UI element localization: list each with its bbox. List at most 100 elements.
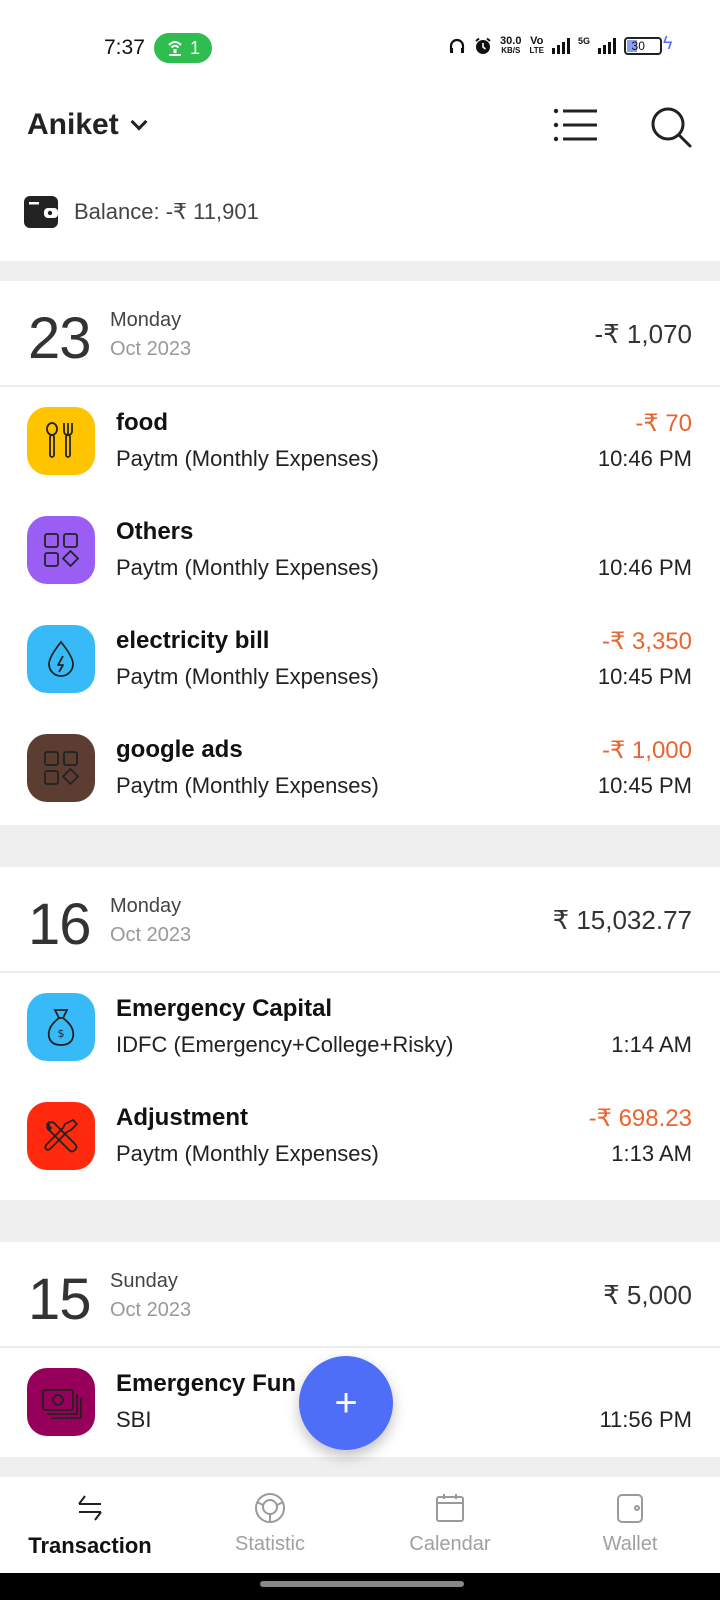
transaction-time: 10:46 PM bbox=[597, 446, 692, 471]
transaction-title: google ads bbox=[116, 736, 243, 763]
transaction-time: 1:14 AM bbox=[611, 1032, 692, 1057]
account-name: Aniket bbox=[27, 108, 119, 141]
day-group: 23 Monday Oct 2023 -₹ 1,070 food Paytm (… bbox=[0, 281, 720, 823]
transaction-account: Paytm (Monthly Expenses) bbox=[116, 555, 379, 580]
day-weekday: Monday bbox=[110, 895, 182, 917]
net-speed: 30.0 KB/S bbox=[500, 36, 521, 56]
transaction-amount: -₹ 698.23 bbox=[588, 1105, 692, 1132]
charging-icon: ϟ bbox=[662, 32, 673, 53]
signal-icon bbox=[551, 38, 570, 54]
day-weekday: Monday bbox=[110, 309, 182, 331]
day-number: 23 bbox=[28, 306, 92, 371]
transaction-account: Paytm (Monthly Expenses) bbox=[116, 1141, 379, 1166]
grid-shapes-icon bbox=[44, 533, 80, 568]
transaction-title: electricity bill bbox=[116, 627, 270, 654]
day-month-year: Oct 2023 bbox=[110, 924, 192, 946]
day-month-year: Oct 2023 bbox=[110, 1299, 192, 1321]
status-time: 7:37 bbox=[104, 36, 145, 59]
cash-stack-icon bbox=[42, 1389, 82, 1419]
section-divider bbox=[0, 1457, 720, 1477]
app-header: Aniket bbox=[0, 96, 720, 176]
category-icon bbox=[27, 1368, 95, 1436]
nav-label: Transaction bbox=[28, 1533, 152, 1558]
transaction-time: 10:45 PM bbox=[597, 773, 692, 798]
wallet-icon bbox=[24, 196, 58, 228]
chevron-down-icon bbox=[130, 113, 148, 131]
transaction-title: Emergency Fun bbox=[116, 1370, 297, 1397]
transaction-row[interactable]: google ads Paytm (Monthly Expenses) -₹ 1… bbox=[0, 714, 720, 823]
hotspot-indicator[interactable]: 1 bbox=[154, 33, 212, 63]
svg-text:$: $ bbox=[58, 1027, 65, 1040]
balance-summary: Balance: -₹ 11,901 bbox=[24, 196, 259, 228]
transaction-account: Paytm (Monthly Expenses) bbox=[116, 446, 379, 471]
transaction-title: food bbox=[116, 409, 168, 436]
wallet-icon bbox=[617, 1494, 643, 1523]
transaction-row[interactable]: food Paytm (Monthly Expenses) -₹ 70 10:4… bbox=[0, 387, 720, 496]
transaction-row[interactable]: $ Emergency Capital IDFC (Emergency+Coll… bbox=[0, 973, 720, 1082]
transaction-row[interactable]: Adjustment Paytm (Monthly Expenses) -₹ 6… bbox=[0, 1082, 720, 1191]
nav-transaction[interactable]: Transaction bbox=[0, 1477, 180, 1573]
battery-icon: 30 ϟ bbox=[624, 33, 672, 55]
balance-text: Balance: -₹ 11,901 bbox=[74, 199, 259, 224]
transaction-row[interactable]: electricity bill Paytm (Monthly Expenses… bbox=[0, 605, 720, 714]
transaction-title: Adjustment bbox=[116, 1104, 248, 1131]
nav-calendar[interactable]: Calendar bbox=[360, 1477, 540, 1573]
category-icon bbox=[27, 407, 95, 475]
transaction-time: 10:46 PM bbox=[597, 555, 692, 580]
transaction-time: 1:13 AM bbox=[611, 1141, 692, 1166]
day-total: ₹ 15,032.77 bbox=[552, 905, 692, 935]
day-group: 16 Monday Oct 2023 ₹ 15,032.77 $ Emergen… bbox=[0, 867, 720, 1191]
transaction-amount: -₹ 70 bbox=[635, 410, 692, 437]
transaction-amount: -₹ 3,350 bbox=[602, 628, 692, 655]
plus-icon: + bbox=[334, 1380, 358, 1425]
volte-indicator: Vo LTE bbox=[529, 36, 544, 56]
hotspot-icon bbox=[168, 41, 182, 56]
transaction-time: 11:56 PM bbox=[599, 1407, 692, 1432]
nav-wallet[interactable]: Wallet bbox=[540, 1477, 720, 1573]
nav-label: Statistic bbox=[234, 1533, 306, 1555]
transaction-account: IDFC (Emergency+College+Risky) bbox=[116, 1032, 454, 1057]
day-number: 15 bbox=[28, 1267, 92, 1332]
calendar-icon bbox=[436, 1494, 464, 1522]
headphones-icon bbox=[449, 38, 465, 53]
day-header[interactable]: 15 Sunday Oct 2023 ₹ 5,000 bbox=[0, 1242, 720, 1348]
day-total: ₹ 5,000 bbox=[603, 1280, 692, 1310]
tools-icon bbox=[44, 1119, 78, 1153]
net-speed-value: 30.0 bbox=[500, 35, 522, 47]
category-icon bbox=[27, 1102, 95, 1170]
status-bar: 7:37 1 30.0 KB/S Vo LTE 5G 30 ϟ bbox=[0, 0, 720, 96]
transfer-arrows-icon bbox=[78, 1495, 102, 1521]
day-weekday: Sunday bbox=[110, 1270, 178, 1292]
money-bag-icon: $ bbox=[47, 1009, 75, 1046]
hotspot-count: 1 bbox=[189, 37, 200, 58]
transaction-title: Emergency Capital bbox=[116, 995, 333, 1022]
status-icons: 30.0 KB/S Vo LTE 5G 30 ϟ bbox=[448, 33, 672, 56]
day-header[interactable]: 16 Monday Oct 2023 ₹ 15,032.77 bbox=[0, 867, 720, 973]
add-transaction-button[interactable]: + bbox=[299, 1356, 393, 1450]
transaction-title: Others bbox=[116, 518, 194, 545]
system-nav-bar bbox=[0, 1573, 720, 1600]
section-divider bbox=[0, 825, 720, 867]
battery-level: 30 bbox=[631, 39, 645, 53]
transaction-row[interactable]: Others Paytm (Monthly Expenses) 10:46 PM bbox=[0, 496, 720, 605]
day-number: 16 bbox=[28, 892, 92, 957]
day-header[interactable]: 23 Monday Oct 2023 -₹ 1,070 bbox=[0, 281, 720, 387]
category-icon bbox=[27, 625, 95, 693]
list-view-icon[interactable] bbox=[553, 108, 599, 142]
bottom-nav: Transaction Statistic Calendar Wallet bbox=[0, 1477, 720, 1573]
day-total: -₹ 1,070 bbox=[594, 319, 693, 349]
home-gesture-handle[interactable] bbox=[260, 1581, 464, 1587]
nav-label: Wallet bbox=[602, 1533, 658, 1555]
search-icon[interactable] bbox=[650, 106, 694, 150]
nav-label: Calendar bbox=[409, 1533, 491, 1555]
nav-statistic[interactable]: Statistic bbox=[180, 1477, 360, 1573]
section-divider bbox=[0, 1200, 720, 1242]
category-icon bbox=[27, 734, 95, 802]
category-icon: $ bbox=[27, 993, 95, 1061]
transaction-account: Paytm (Monthly Expenses) bbox=[116, 664, 379, 689]
section-divider bbox=[0, 261, 720, 281]
transaction-time: 10:45 PM bbox=[597, 664, 692, 689]
account-selector[interactable]: Aniket bbox=[27, 108, 148, 142]
pie-chart-icon bbox=[255, 1493, 285, 1523]
energy-drop-icon bbox=[48, 640, 74, 677]
